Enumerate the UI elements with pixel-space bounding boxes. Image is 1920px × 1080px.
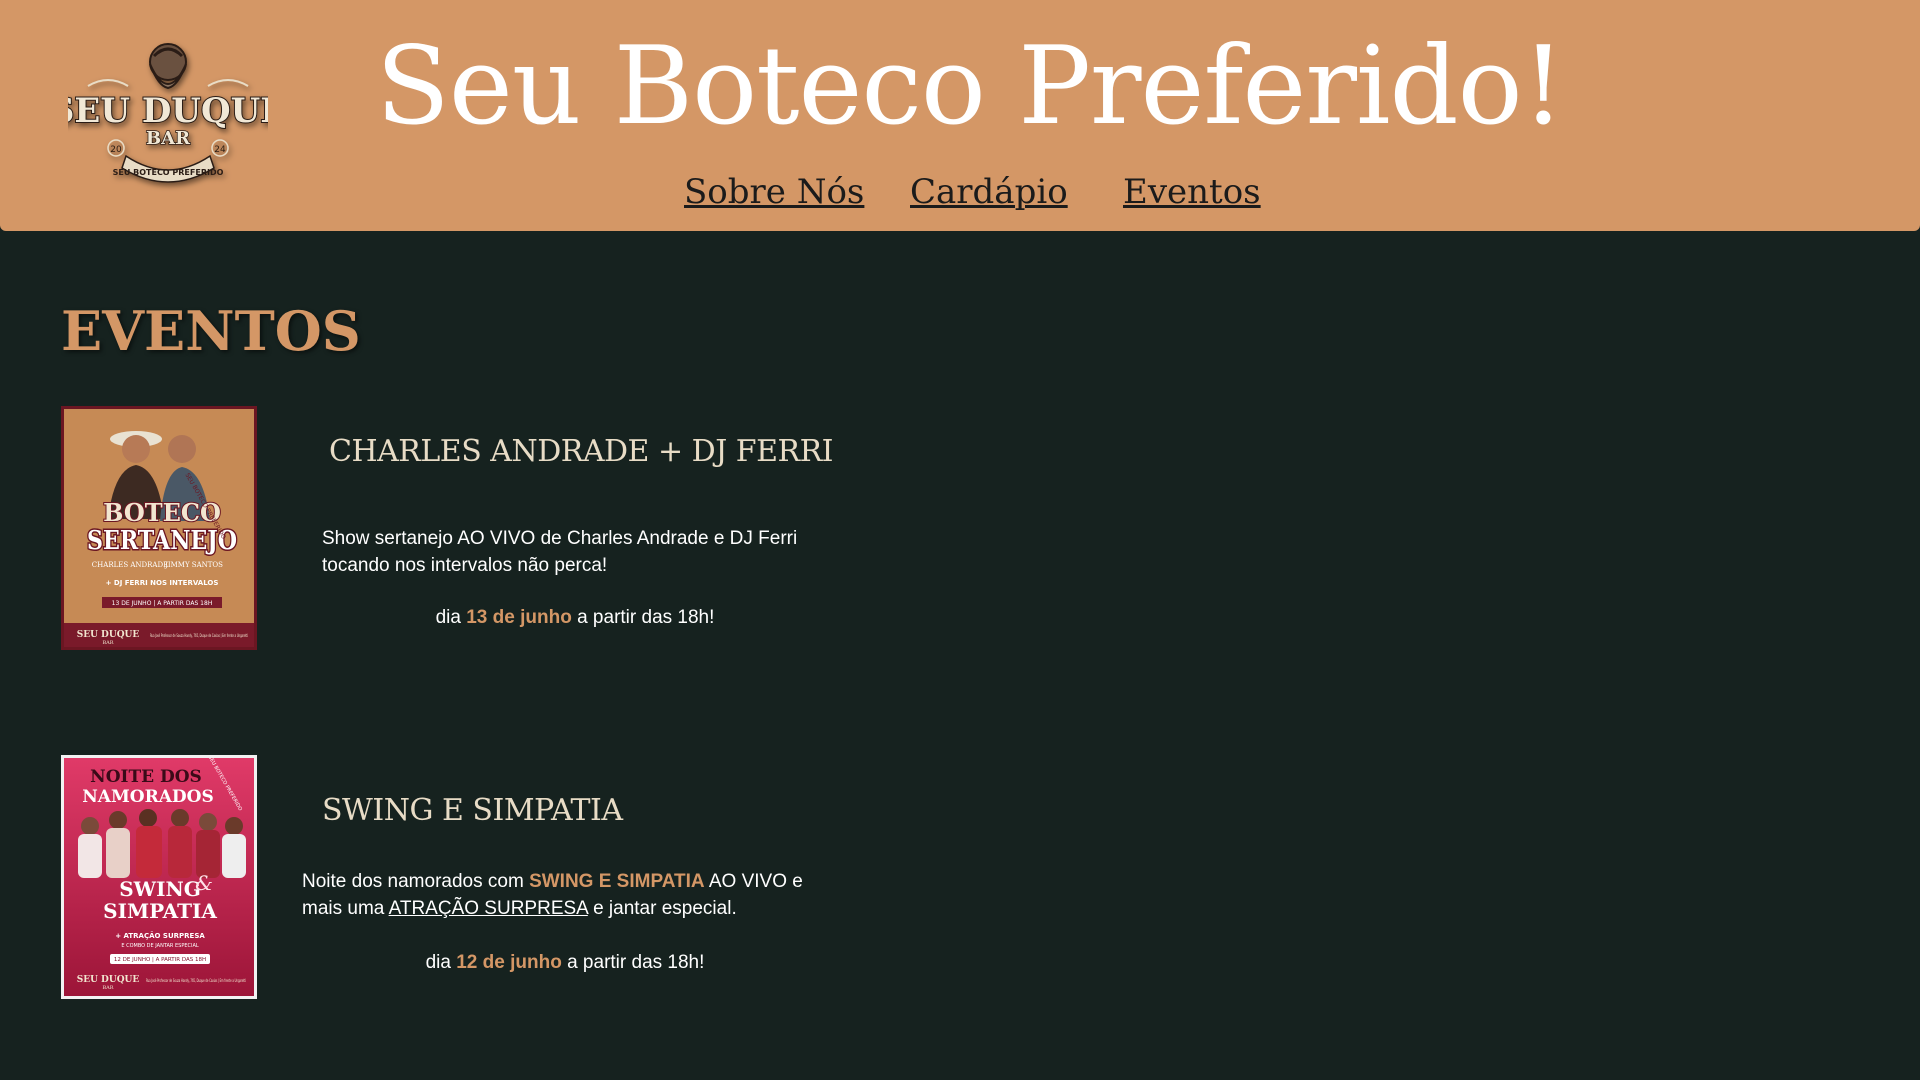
nav-link-eventos[interactable]: Eventos xyxy=(1123,170,1261,214)
poster2-title-1: NOITE DOS xyxy=(90,767,202,787)
poster2-address: Rua José Professor de Souza Handy, 765, … xyxy=(146,978,246,983)
poster1-brand: SEU DUQUE xyxy=(77,630,140,640)
event-date: dia 12 de junho a partir das 18h! xyxy=(302,949,828,976)
event-date-prefix: dia xyxy=(435,607,467,628)
poster2-band-2: SIMPATIA xyxy=(103,899,217,923)
poster2-band-1: SWING xyxy=(119,877,201,901)
poster2-extra-2: E COMBO DE JANTAR ESPECIAL xyxy=(121,943,199,949)
poster2-brand: SEU DUQUE xyxy=(77,975,140,985)
event-date-prefix: dia xyxy=(425,952,457,973)
event-desc-surprise: ATRAÇÃO SURPRESA xyxy=(388,898,588,919)
event-date-highlight: 12 de junho xyxy=(456,952,562,973)
poster2-extra-1: + ATRAÇÃO SURPRESA xyxy=(115,931,205,940)
main-nav: Sobre Nós Cardápio Eventos xyxy=(0,170,1920,214)
event-date-suffix: a partir das 18h! xyxy=(571,607,715,628)
poster1-artist-left: CHARLES ANDRADE xyxy=(92,561,168,569)
event-date: dia 13 de junho a partir das 18h! xyxy=(322,604,828,631)
event-date-suffix: a partir das 18h! xyxy=(561,952,705,973)
poster1-title-main: SERTANEJO xyxy=(87,526,237,556)
poster2-brand-sub: BAR xyxy=(102,985,113,991)
site-title: Seu Boteco Preferido! xyxy=(375,24,1565,149)
nav-link-cardapio[interactable]: Cardápio xyxy=(910,170,1068,214)
event-title: SWING E SIMPATIA xyxy=(322,793,623,828)
poster2-date-banner: 12 DE JUNHO | A PARTIR DAS 18H xyxy=(114,957,206,963)
event-description: Show sertanejo AO VIVO de Charles Andrad… xyxy=(322,528,798,576)
poster1-artist-right: JIMMY SANTOS xyxy=(164,561,223,569)
poster2-title-2: NAMORADOS xyxy=(82,787,214,807)
event-poster-boteco-sertanejo[interactable]: BOTECO SERTANEJO SEU BOTECO PREFERIDO CH… xyxy=(61,406,257,650)
poster2-band-amp: & xyxy=(195,871,213,895)
event-date-highlight: 13 de junho xyxy=(466,607,572,628)
section-title: EVENTOS xyxy=(61,299,361,363)
event-desc-part: e jantar especial. xyxy=(587,898,737,919)
poster1-date-banner: 13 DE JUNHO | A PARTIR DAS 18H xyxy=(112,600,213,607)
poster1-brand-sub: BAR xyxy=(102,640,113,646)
site-header: SEU DUQUE BAR 20 24 SEU BOTECO PREFERIDO… xyxy=(0,0,1920,231)
poster1-extra: + DJ FERRI NOS INTERVALOS xyxy=(106,579,219,587)
event-description: Noite dos namorados com SWING E SIMPATIA… xyxy=(302,868,842,922)
event-desc-highlight: SWING E SIMPATIA xyxy=(529,871,705,892)
nav-link-sobre-nos[interactable]: Sobre Nós xyxy=(684,170,864,214)
event-title: CHARLES ANDRADE + DJ FERRI xyxy=(329,434,834,469)
event-poster-noite-dos-namorados[interactable]: NOITE DOS NAMORADOS SEU BOTECO PREFERIDO… xyxy=(61,755,257,999)
poster1-address: Rua José Professor de Souza Handy, 765, … xyxy=(150,633,248,638)
event-desc-part: Noite dos namorados com xyxy=(302,871,530,892)
